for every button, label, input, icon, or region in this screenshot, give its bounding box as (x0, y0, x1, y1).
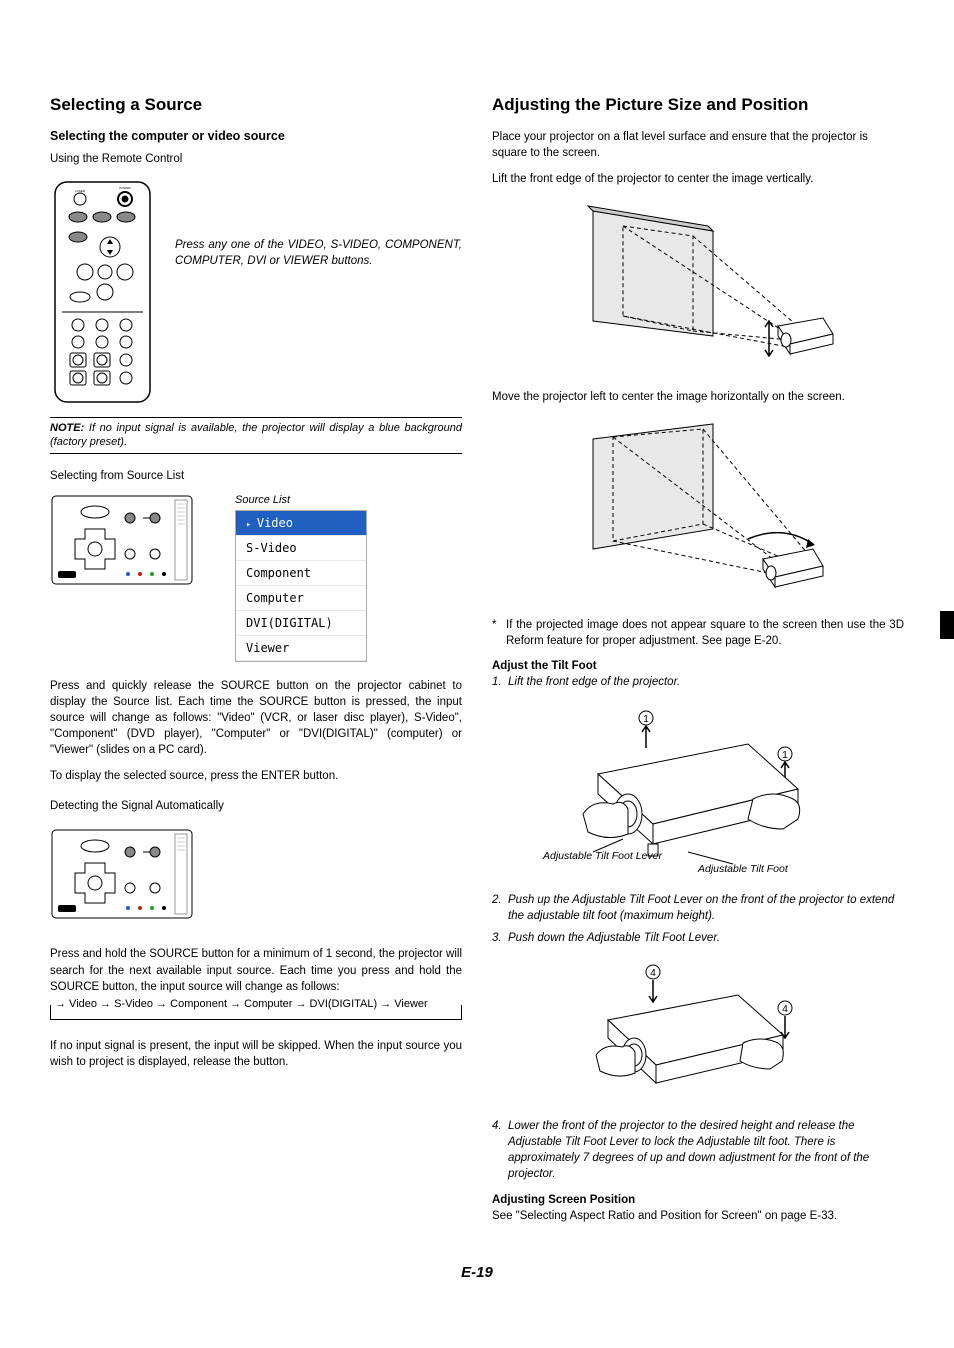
heading-selecting-source: Selecting a Source (50, 95, 462, 115)
tilt-foot-figure-1: 1 1 2 Adjustable Tilt (492, 704, 904, 874)
tilt-foot-label: Adjustable Tilt Foot (697, 863, 789, 874)
source-item-video: Video (236, 511, 366, 536)
using-remote-label: Using the Remote Control (50, 151, 462, 167)
source-list-label: Source List (235, 494, 367, 506)
svg-text:LASER: LASER (75, 189, 86, 193)
adjust-tilt-heading: Adjust the Tilt Foot (492, 660, 904, 672)
step-3: 3.Push down the Adjustable Tilt Foot Lev… (492, 930, 904, 946)
tilt-lever-label: Adjustable Tilt Foot Lever (542, 850, 662, 862)
step-4: 4.Lower the front of the projector to th… (492, 1118, 904, 1182)
source-item-viewer: Viewer (236, 636, 366, 661)
remote-control-figure-row: LASER POWER Press (50, 177, 462, 407)
heading-adjusting-picture: Adjusting the Picture Size and Position (492, 95, 904, 115)
see-aspect-paragraph: See "Selecting Aspect Ratio and Position… (492, 1208, 904, 1224)
note-box: NOTE: If no input signal is available, t… (50, 417, 462, 454)
svg-text:1: 1 (643, 714, 649, 725)
asterisk-text: If the projected image does not appear s… (506, 617, 904, 649)
projector-top-panel-illustration-2 (50, 828, 195, 923)
detecting-signal-label: Detecting the Signal Automatically (50, 798, 462, 814)
source-list-row: Source List Video S-Video Component Comp… (50, 494, 462, 662)
if-no-input-paragraph: If no input signal is present, the input… (50, 1038, 462, 1070)
note-text: If no input signal is available, the pro… (50, 422, 462, 448)
remote-caption: Press any one of the VIDEO, S-VIDEO, COM… (175, 237, 462, 269)
step-2: 2.Push up the Adjustable Tilt Foot Lever… (492, 892, 904, 924)
step-1: 1.Lift the front edge of the projector. (492, 674, 904, 690)
note-prefix: NOTE: (50, 422, 84, 434)
tilt-foot-figure-2: 4 4 3 (492, 960, 904, 1100)
left-column: Selecting a Source Selecting the compute… (50, 95, 462, 1234)
press-source-paragraph: Press and quickly release the SOURCE but… (50, 678, 462, 758)
horizontal-adjust-figure (492, 419, 904, 599)
source-loop-box: → Video → S-Video → Component → Computer… (50, 1005, 462, 1020)
place-projector-paragraph: Place your projector on a flat level sur… (492, 129, 904, 161)
projector-panel-figure-2 (50, 828, 462, 928)
source-item-component: Component (236, 561, 366, 586)
right-column: Adjusting the Picture Size and Position … (492, 95, 904, 1234)
source-loop-text: → Video → S-Video → Component → Computer… (55, 998, 457, 1010)
svg-text:4: 4 (782, 1004, 788, 1015)
move-left-paragraph: Move the projector left to center the im… (492, 389, 904, 405)
projector-top-panel-illustration-1 (50, 494, 195, 589)
press-hold-paragraph: Press and hold the SOURCE button for a m… (50, 946, 462, 994)
asterisk-note: * If the projected image does not appear… (492, 617, 904, 649)
svg-text:4: 4 (650, 968, 656, 979)
source-list-menu: Video S-Video Component Computer DVI(DIG… (235, 510, 367, 662)
source-item-svideo: S-Video (236, 536, 366, 561)
lift-front-paragraph: Lift the front edge of the projector to … (492, 171, 904, 187)
page-number: E-19 (50, 1264, 904, 1281)
to-display-paragraph: To display the selected source, press th… (50, 768, 462, 784)
vertical-adjust-figure (492, 201, 904, 371)
remote-control-illustration: LASER POWER (50, 177, 155, 407)
svg-text:POWER: POWER (119, 186, 131, 190)
source-item-computer: Computer (236, 586, 366, 611)
source-item-dvi: DVI(DIGITAL) (236, 611, 366, 636)
svg-text:1: 1 (782, 750, 788, 761)
selecting-from-source-list-label: Selecting from Source List (50, 468, 462, 484)
subheading-selecting-computer: Selecting the computer or video source (50, 129, 462, 143)
adjusting-screen-heading: Adjusting Screen Position (492, 1194, 904, 1206)
